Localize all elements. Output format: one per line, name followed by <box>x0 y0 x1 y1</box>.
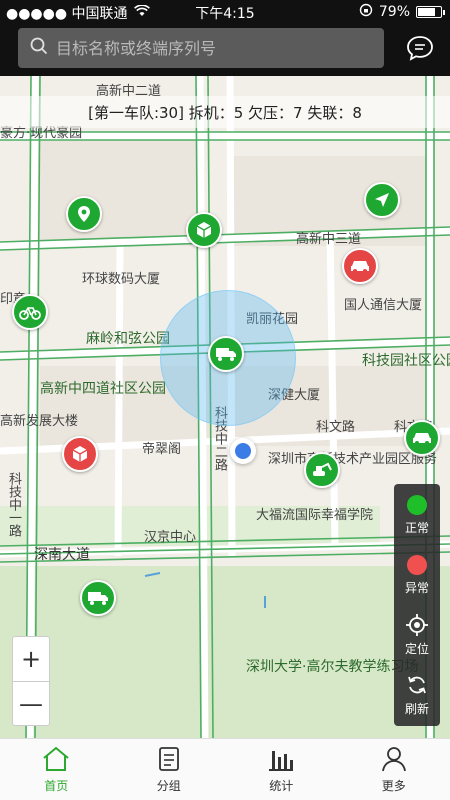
bicycle-icon <box>19 307 41 320</box>
navigation-marker[interactable] <box>364 182 400 218</box>
truck-marker[interactable] <box>208 336 244 372</box>
normal-status-dot <box>407 494 427 515</box>
filter-normal-label: 正常 <box>404 520 429 535</box>
car-marker-abnormal[interactable] <box>342 248 378 284</box>
location-pin-icon <box>78 206 90 222</box>
box-icon <box>196 222 212 238</box>
locate-button[interactable]: 定位 <box>394 606 440 664</box>
fleet-summary-bar: [第一车队:30] 拆机：5 欠压：7 失联：8 <box>0 96 450 128</box>
car-icon <box>413 433 431 445</box>
truck-icon <box>216 348 236 361</box>
map-label: 科文路 <box>316 420 356 435</box>
map-label: 汉京中心 <box>144 530 197 545</box>
box-icon <box>72 446 88 462</box>
zoom-controls: + — <box>12 636 50 726</box>
refresh-icon <box>408 676 426 693</box>
map-label: 科技中一路 <box>6 472 21 537</box>
truck-icon <box>88 592 108 605</box>
package-marker-abnormal[interactable] <box>62 436 98 472</box>
chat-bubble-icon <box>407 36 433 61</box>
filter-normal-button[interactable]: 正常 <box>394 486 440 544</box>
battery-icon <box>416 6 445 18</box>
zoom-out-button[interactable]: — <box>13 681 49 725</box>
filter-abnormal-label: 异常 <box>404 580 429 595</box>
tab-home-label: 首页 <box>44 779 69 793</box>
package-marker[interactable] <box>186 212 222 248</box>
navigation-arrow-icon <box>375 193 389 207</box>
crosshair-icon <box>406 613 428 636</box>
refresh-button[interactable]: 刷新 <box>394 666 440 724</box>
search-header <box>0 24 450 76</box>
map-label: 高新中四道社区公园 <box>40 381 166 397</box>
fleet-summary-text: [第一车队:30] 拆机：5 欠压：7 失联：8 <box>88 103 362 122</box>
map-label: 国人通信大厦 <box>344 298 423 313</box>
filter-control-panel: 正常 异常 定位 刷新 <box>394 484 440 726</box>
car-marker[interactable] <box>404 420 440 456</box>
zoom-in-button[interactable]: + <box>13 637 49 681</box>
current-location-marker[interactable] <box>230 438 256 464</box>
tab-more[interactable]: 更多 <box>338 739 450 800</box>
search-input[interactable] <box>56 38 356 58</box>
truck-marker[interactable] <box>80 580 116 616</box>
document-list-icon <box>158 747 179 771</box>
map-label: 深圳大学·高尔夫教学练习场 <box>246 659 419 675</box>
excavator-marker[interactable] <box>304 452 340 488</box>
map-label: 环球数码大厦 <box>82 272 161 287</box>
map-label: 科技园社区公园 <box>362 353 450 369</box>
tab-more-label: 更多 <box>381 779 406 793</box>
tab-group[interactable]: 分组 <box>113 739 226 800</box>
home-icon <box>43 746 69 771</box>
map-label: 帝翠阁 <box>142 442 182 457</box>
car-icon <box>351 261 369 273</box>
tab-group-label: 分组 <box>156 779 181 793</box>
message-button[interactable] <box>406 34 434 62</box>
search-box[interactable] <box>18 28 384 68</box>
location-pin-marker[interactable] <box>66 196 102 232</box>
refresh-label: 刷新 <box>404 701 429 716</box>
bottom-tab-bar: 首页 分组 统计 更多 <box>0 738 450 800</box>
map-label: 深南大道 <box>34 547 90 563</box>
bike-marker[interactable] <box>12 294 48 330</box>
map-label: 麻岭和弦公园 <box>86 331 170 347</box>
map-label: 高新发展大楼 <box>0 414 79 429</box>
bar-chart-icon <box>269 751 294 771</box>
abnormal-status-dot <box>407 554 427 575</box>
map-label: 高新中三道 <box>296 232 362 247</box>
tab-statistics-label: 统计 <box>269 779 294 793</box>
rotation-lock-icon <box>359 3 373 21</box>
excavator-icon <box>313 462 332 476</box>
locate-label: 定位 <box>404 641 429 656</box>
map-label: 大福流国际幸福学院 <box>256 508 374 523</box>
tab-statistics[interactable]: 统计 <box>225 739 338 800</box>
status-bar: ●●●●● 中国联通 下午4:15 79% <box>0 0 450 24</box>
user-icon <box>381 747 406 772</box>
battery-percent: 79% <box>378 4 410 20</box>
tab-home[interactable]: 首页 <box>0 739 113 800</box>
map-view[interactable]: 高新中二道 豪方·现代豪园 高新中三道 环球数码大厦 印章 国人通信大厦 麻岭和… <box>0 76 450 738</box>
filter-abnormal-button[interactable]: 异常 <box>394 546 440 604</box>
search-icon <box>30 37 48 59</box>
